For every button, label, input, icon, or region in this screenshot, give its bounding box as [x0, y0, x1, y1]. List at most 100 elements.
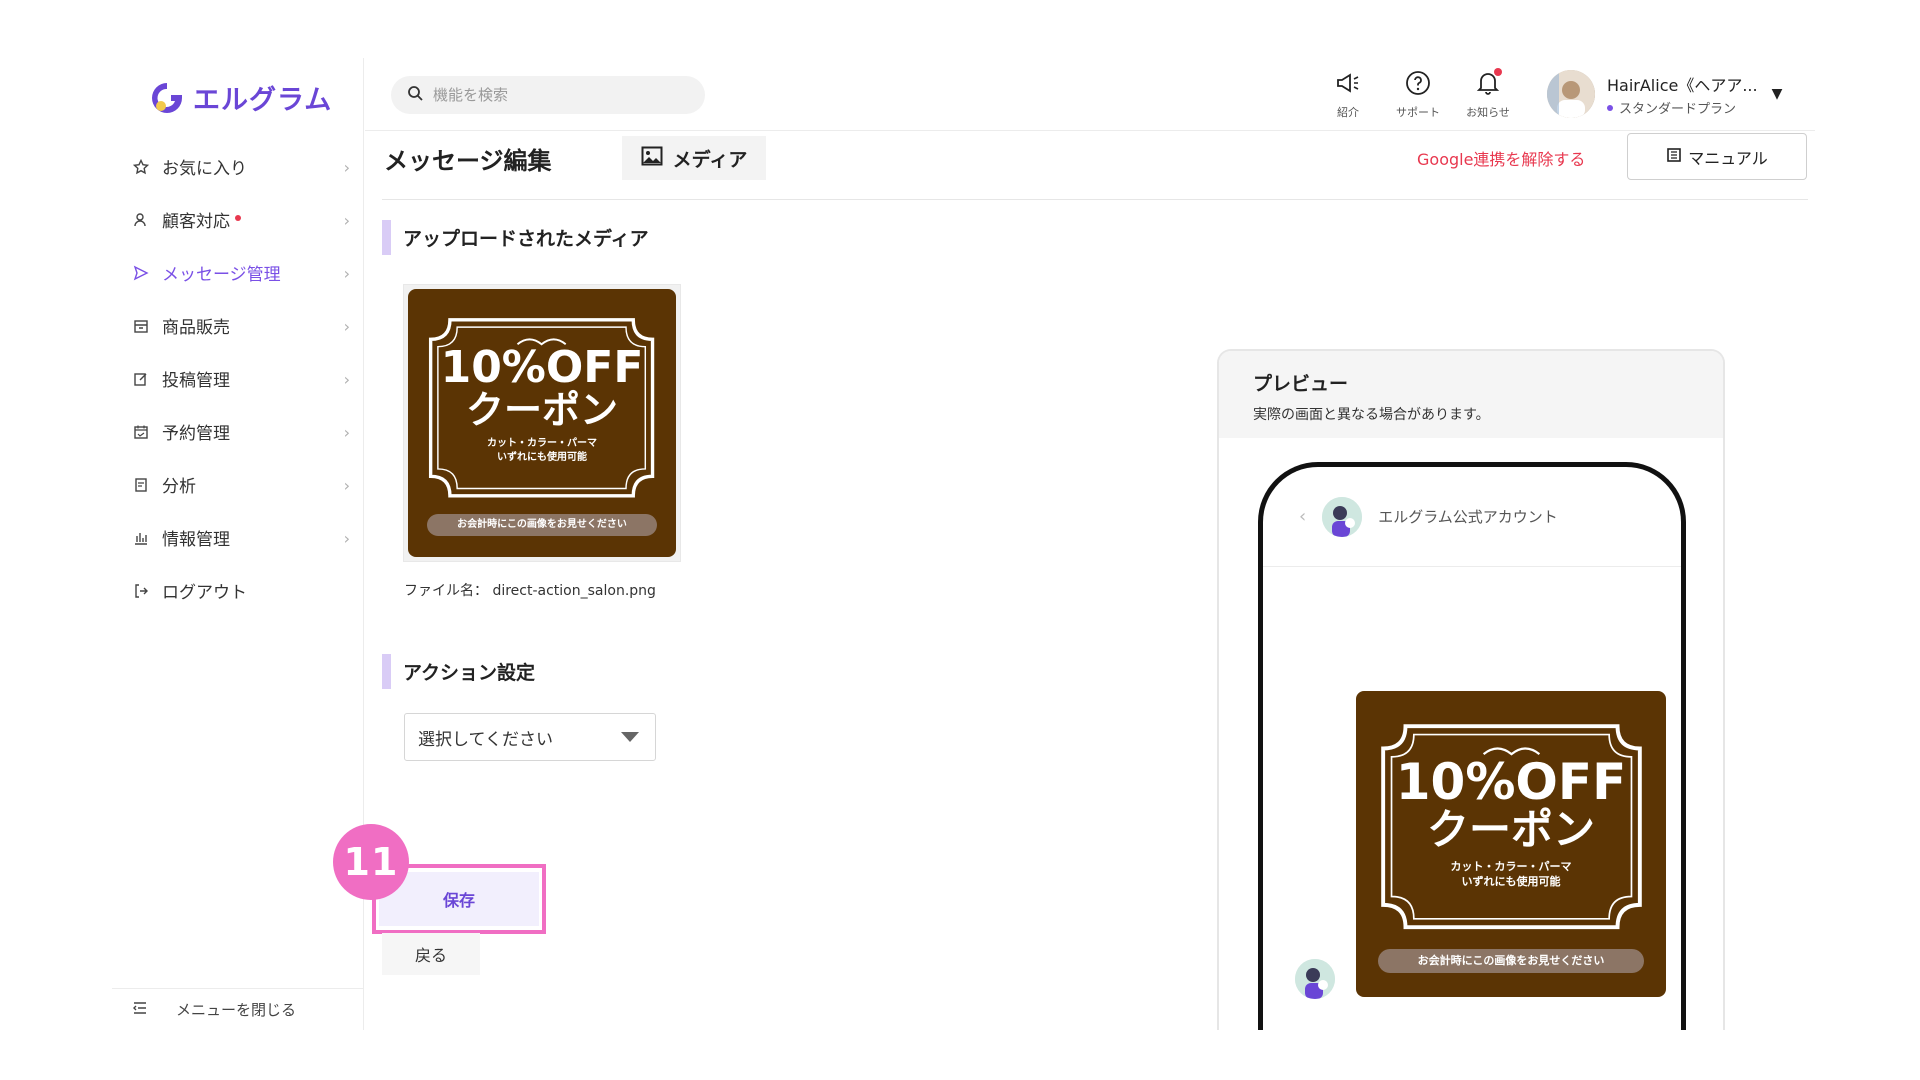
- preview-panel: プレビュー 実際の画面と異なる場合があります。 ‹ エルグラム公式アカウント 1…: [1217, 349, 1725, 1030]
- logo-icon: [149, 80, 185, 116]
- action-select-value: 選択してください: [418, 729, 553, 750]
- coupon-text-area: 10%OFF クーポン カット・カラー・パーマ いずれにも使用可能: [408, 289, 676, 506]
- message-avatar: [1295, 959, 1335, 999]
- user-plan-label: スタンダードプラン: [1619, 101, 1737, 117]
- plan-dot: [1607, 104, 1613, 111]
- notice-button[interactable]: お知らせ: [1458, 68, 1518, 120]
- sidebar-item-favorites[interactable]: お気に入り ›: [112, 140, 364, 193]
- close-menu-label: メニューを閉じる: [176, 1001, 297, 1019]
- preview-title: プレビュー: [1253, 373, 1349, 395]
- coupon-pill: お会計時にこの画像をお見せください: [1377, 948, 1645, 973]
- coupon-sub2: いずれにも使用可能: [1461, 875, 1561, 889]
- intro-label: 紹介: [1337, 106, 1359, 119]
- help-icon: [1405, 70, 1431, 100]
- logo-text: エルグラム: [193, 85, 333, 116]
- coupon-pill: お会計時にこの画像をお見せください: [426, 513, 658, 536]
- megaphone-icon: [1335, 70, 1361, 100]
- support-button[interactable]: サポート: [1388, 70, 1448, 120]
- chevron-right-icon: ›: [343, 423, 350, 442]
- user-name: HairAlice《ヘアア...: [1607, 75, 1758, 95]
- chat-header: ‹ エルグラム公式アカウント: [1263, 467, 1681, 567]
- support-label: サポート: [1396, 106, 1440, 119]
- notification-dot: [235, 214, 241, 221]
- sidebar-item-customers[interactable]: 顧客対応 ›: [112, 193, 364, 246]
- back-button[interactable]: 戻る: [382, 933, 480, 975]
- report-icon: [132, 476, 150, 494]
- uploaded-media-heading: アップロードされたメディア: [382, 220, 649, 255]
- heading-accent-bar: [382, 220, 391, 255]
- app-root: エルグラム お気に入り › 顧客対応 › メッセージ管理 › 商品販売 › 投稿…: [0, 0, 1920, 1080]
- shop-icon: [132, 317, 150, 335]
- preview-header: プレビュー 実際の画面と異なる場合があります。: [1219, 351, 1723, 438]
- user-menu[interactable]: HairAlice《ヘアア... スタンダードプラン ▼: [1547, 70, 1782, 118]
- chevron-left-icon[interactable]: ‹: [1299, 506, 1306, 527]
- sidebar-item-sales[interactable]: 商品販売 ›: [112, 299, 364, 352]
- heading-accent-bar: [382, 654, 391, 689]
- search-icon: [407, 85, 423, 105]
- sidebar: エルグラム お気に入り › 顧客対応 › メッセージ管理 › 商品販売 › 投稿…: [112, 58, 364, 1030]
- coupon-line1: 10%OFF: [1395, 752, 1627, 811]
- bar-chart-icon: [132, 529, 150, 547]
- sidebar-item-label: 分析: [162, 477, 196, 497]
- file-name: ファイル名： direct-action_salon.png: [404, 580, 656, 600]
- logout-icon: [132, 582, 150, 600]
- google-unlink-link[interactable]: Google連携を解除する: [1417, 146, 1585, 170]
- user-info: HairAlice《ヘアア... スタンダードプラン: [1607, 72, 1758, 117]
- coupon-line2: クーポン: [465, 388, 618, 433]
- sidebar-item-logout[interactable]: ログアウト: [112, 564, 364, 617]
- caret-down-icon: ▼: [1771, 86, 1783, 102]
- edit-icon: [132, 370, 150, 388]
- chevron-right-icon: ›: [343, 529, 350, 548]
- search-box[interactable]: [391, 76, 705, 114]
- action-settings-title: アクション設定: [403, 662, 536, 684]
- chevron-right-icon: ›: [343, 476, 350, 495]
- action-select[interactable]: 選択してください: [404, 713, 656, 761]
- coupon-sub2: いずれにも使用可能: [497, 451, 587, 463]
- phone-mockup: ‹ エルグラム公式アカウント 10%OFF クーポン カット・カラー・パーマ い…: [1258, 462, 1686, 1030]
- user-icon: [132, 211, 150, 229]
- sidebar-item-label: お気に入り: [162, 159, 247, 179]
- coupon-sub1: カット・カラー・パーマ: [487, 438, 597, 450]
- sidebar-item-label: 商品販売: [162, 318, 230, 338]
- sidebar-item-info[interactable]: 情報管理 ›: [112, 511, 364, 564]
- sidebar-item-label: 情報管理: [162, 530, 230, 550]
- file-name-value: direct-action_salon.png: [492, 583, 656, 599]
- user-plan: スタンダードプラン: [1607, 98, 1758, 117]
- caret-down-icon: [621, 732, 639, 742]
- image-icon: [641, 146, 663, 171]
- close-menu-button[interactable]: メニューを閉じる: [112, 988, 364, 1030]
- menu-collapse-icon: [132, 1000, 148, 1020]
- coupon-text-area: 10%OFF クーポン カット・カラー・パーマ いずれにも使用可能: [1356, 691, 1666, 939]
- sidebar-item-analytics[interactable]: 分析 ›: [112, 458, 364, 511]
- tab-media[interactable]: メディア: [622, 136, 766, 180]
- step-badge: 11: [333, 824, 409, 900]
- avatar: [1547, 70, 1595, 118]
- chevron-right-icon: ›: [343, 211, 350, 230]
- uploaded-media-title: アップロードされたメディア: [403, 228, 649, 250]
- sidebar-item-label: 投稿管理: [162, 371, 230, 391]
- sidebar-item-posts[interactable]: 投稿管理 ›: [112, 352, 364, 405]
- search-input[interactable]: [433, 86, 693, 104]
- coupon-line2: クーポン: [1426, 805, 1595, 855]
- coupon-image: 10%OFF クーポン カット・カラー・パーマ いずれにも使用可能 お会計時にこ…: [408, 289, 676, 557]
- sidebar-nav: お気に入り › 顧客対応 › メッセージ管理 › 商品販売 › 投稿管理 › 予…: [112, 140, 364, 617]
- chevron-right-icon: ›: [343, 264, 350, 283]
- manual-button-label: マニュアル: [1688, 148, 1768, 168]
- manual-button[interactable]: マニュアル: [1627, 133, 1807, 180]
- file-name-label: ファイル名：: [404, 583, 488, 599]
- coupon-image: 10%OFF クーポン カット・カラー・パーマ いずれにも使用可能 お会計時にこ…: [1356, 691, 1666, 997]
- account-avatar: [1322, 496, 1363, 537]
- sidebar-item-messages[interactable]: メッセージ管理 ›: [112, 246, 364, 299]
- notification-dot: [1494, 68, 1502, 76]
- uploaded-media-thumbnail[interactable]: 10%OFF クーポン カット・カラー・パーマ いずれにも使用可能 お会計時にこ…: [403, 284, 681, 562]
- sidebar-item-label: 顧客対応: [162, 212, 230, 232]
- star-icon: [132, 158, 150, 176]
- sidebar-item-reservations[interactable]: 予約管理 ›: [112, 405, 364, 458]
- chevron-right-icon: ›: [343, 370, 350, 389]
- coupon-line1: 10%OFF: [440, 342, 644, 393]
- sidebar-item-label: メッセージ管理: [162, 265, 281, 285]
- sidebar-item-label: 予約管理: [162, 424, 230, 444]
- logo[interactable]: エルグラム: [149, 78, 332, 117]
- action-settings-heading: アクション設定: [382, 654, 535, 689]
- intro-button[interactable]: 紹介: [1318, 70, 1378, 120]
